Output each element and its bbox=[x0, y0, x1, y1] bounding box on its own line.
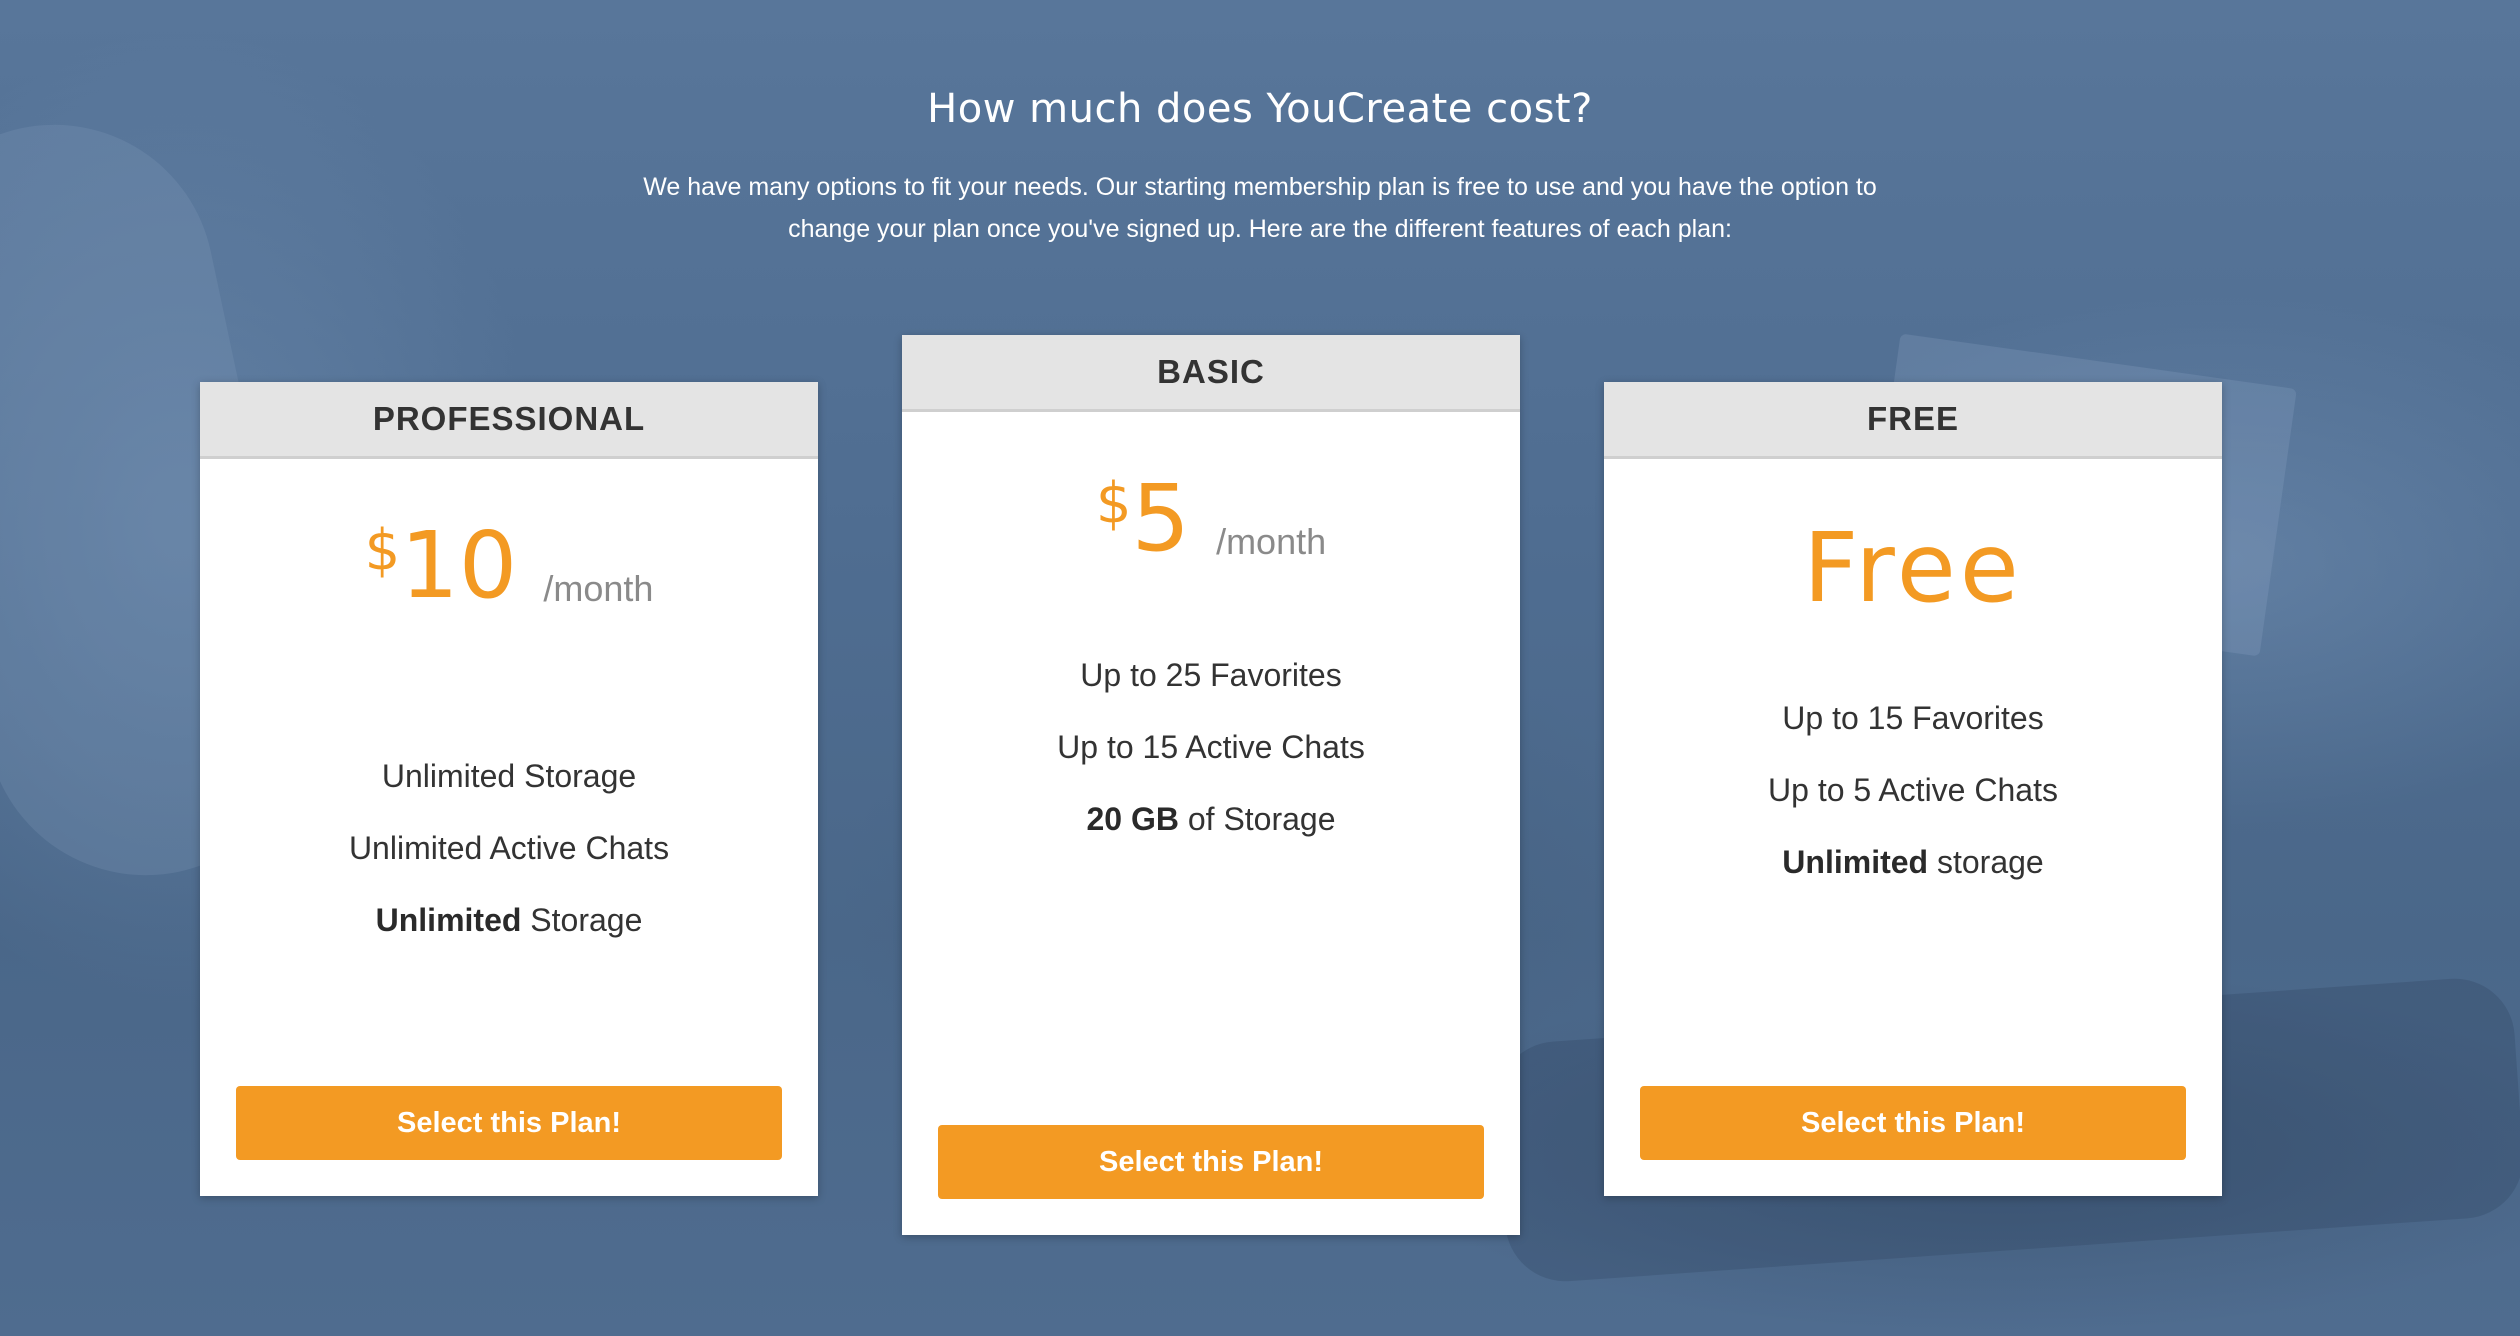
plan-price: Free bbox=[1803, 512, 2023, 624]
price-currency: $ bbox=[1095, 471, 1132, 536]
select-plan-button[interactable]: Select this Plan! bbox=[236, 1086, 782, 1160]
feature-item: Unlimited storage bbox=[1782, 844, 2044, 880]
plan-name: BASIC bbox=[902, 335, 1520, 412]
select-plan-button[interactable]: Select this Plan! bbox=[938, 1125, 1484, 1199]
plan-price: $10/month bbox=[200, 512, 818, 619]
plan-card-free: FREE Free Up to 15 Favorites Up to 5 Act… bbox=[1604, 382, 2222, 1196]
feature-list: Up to 15 Favorites Up to 5 Active Chats … bbox=[1604, 682, 2222, 898]
feature-list: Up to 25 Favorites Up to 15 Active Chats… bbox=[902, 639, 1520, 855]
page-intro: We have many options to fit your needs. … bbox=[643, 173, 1877, 243]
plan-name: PROFESSIONAL bbox=[200, 382, 818, 459]
feature-item: Up to 15 Favorites bbox=[1782, 700, 2044, 736]
plan-card-basic: BASIC $5/month Up to 25 Favorites Up to … bbox=[902, 335, 1520, 1235]
plan-price: $5/month bbox=[902, 465, 1520, 572]
price-currency: $ bbox=[364, 518, 401, 583]
price-period: /month bbox=[543, 567, 654, 609]
feature-item: 20 GB of Storage bbox=[1086, 801, 1336, 837]
price-period: /month bbox=[1216, 520, 1327, 562]
feature-item: Up to 5 Active Chats bbox=[1768, 772, 2058, 808]
feature-item: Unlimited Storage bbox=[381, 758, 637, 794]
feature-item: Unlimited Storage bbox=[375, 902, 643, 938]
page-title: How much does YouCreate cost? bbox=[927, 86, 1593, 132]
plan-name: FREE bbox=[1604, 382, 2222, 459]
price-amount: 5 bbox=[1131, 465, 1191, 572]
feature-item: Unlimited Active Chats bbox=[348, 830, 670, 866]
feature-list: Unlimited Storage Unlimited Active Chats… bbox=[200, 740, 818, 956]
select-plan-button[interactable]: Select this Plan! bbox=[1640, 1086, 2186, 1160]
price-amount: 10 bbox=[400, 512, 518, 619]
feature-item: Up to 25 Favorites bbox=[1080, 657, 1342, 693]
plan-card-professional: PROFESSIONAL $10/month Unlimited Storage… bbox=[200, 382, 818, 1196]
feature-item: Up to 15 Active Chats bbox=[1057, 729, 1365, 765]
